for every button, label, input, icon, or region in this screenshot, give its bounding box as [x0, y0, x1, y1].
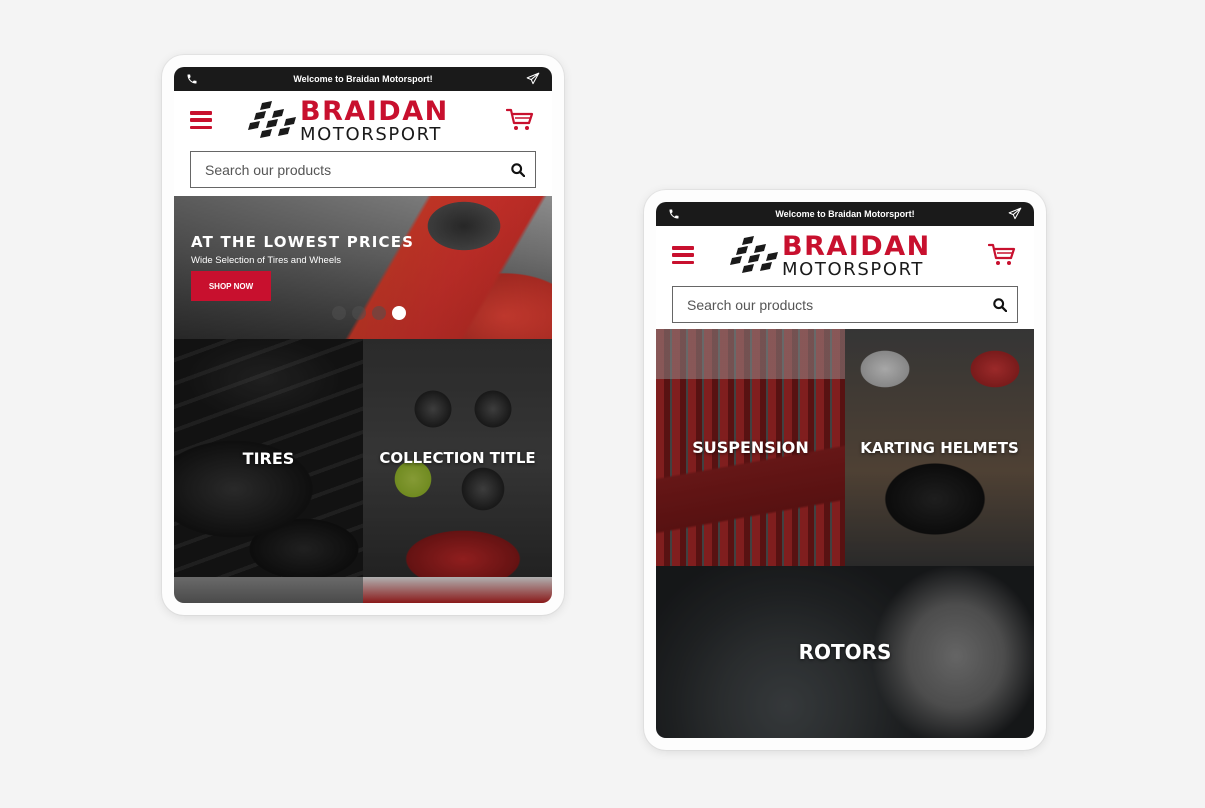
- collection-tile-suspension[interactable]: SUSPENSION: [656, 329, 845, 566]
- collection-title: COLLECTION TITLE: [379, 449, 536, 467]
- welcome-text: Welcome to Braidan Motorsport!: [775, 209, 915, 219]
- checkered-flag-icon: [730, 236, 778, 273]
- phone-icon[interactable]: [186, 73, 198, 85]
- cart-icon[interactable]: [988, 243, 1016, 267]
- collection-tile-karting-helmets[interactable]: KARTING HELMETS: [845, 329, 1034, 566]
- announcement-bar: Welcome to Braidan Motorsport!: [656, 202, 1034, 226]
- collection-title: ROTORS: [798, 640, 892, 664]
- tablet-mockup-right: Welcome to Braidan Motorsport! BRAIDAN M…: [644, 190, 1046, 750]
- brand-logo[interactable]: BRAIDAN MOTORSPORT: [248, 96, 478, 145]
- collection-tile[interactable]: [363, 577, 552, 603]
- search-bar: [672, 286, 1018, 323]
- hamburger-menu-icon[interactable]: [672, 244, 694, 266]
- hero-slider: AT THE LOWEST PRICES Wide Selection of T…: [174, 196, 552, 339]
- collection-title: KARTING HELMETS: [860, 438, 1019, 457]
- phone-icon[interactable]: [668, 208, 680, 220]
- search-input[interactable]: [205, 161, 511, 178]
- hero-headline: AT THE LOWEST PRICES: [191, 233, 415, 251]
- slider-dot[interactable]: [332, 306, 346, 320]
- shop-now-button[interactable]: SHOP NOW: [191, 271, 271, 301]
- cart-icon[interactable]: [506, 108, 534, 132]
- collection-grid: TIRES COLLECTION TITLE: [174, 339, 552, 603]
- collection-tile-wheels[interactable]: COLLECTION TITLE: [363, 339, 552, 577]
- send-icon[interactable]: [526, 72, 540, 86]
- site-header: BRAIDAN MOTORSPORT: [656, 226, 1034, 284]
- announcement-bar: Welcome to Braidan Motorsport!: [174, 67, 552, 91]
- screen-right: Welcome to Braidan Motorsport! BRAIDAN M…: [656, 202, 1034, 738]
- collection-tile[interactable]: [174, 577, 363, 603]
- hamburger-menu-icon[interactable]: [190, 109, 212, 131]
- search-icon[interactable]: [993, 297, 1007, 312]
- brand-logo[interactable]: BRAIDAN MOTORSPORT: [730, 231, 960, 280]
- slider-dots: [332, 306, 406, 320]
- screen-left: Welcome to Braidan Motorsport! BRAIDAN M…: [174, 67, 552, 603]
- brand-line1: BRAIDAN: [300, 96, 449, 127]
- collection-grid: SUSPENSION KARTING HELMETS ROTORS: [656, 329, 1034, 738]
- site-header: BRAIDAN MOTORSPORT: [174, 91, 552, 149]
- send-icon[interactable]: [1008, 207, 1022, 221]
- collection-tile-rotors[interactable]: ROTORS: [656, 566, 1034, 738]
- brand-line2: MOTORSPORT: [782, 259, 925, 280]
- tablet-mockup-left: Welcome to Braidan Motorsport! BRAIDAN M…: [162, 55, 564, 615]
- search-input[interactable]: [687, 296, 993, 313]
- collection-title: TIRES: [242, 448, 295, 468]
- collection-tile-tires[interactable]: TIRES: [174, 339, 363, 577]
- hero-subtext: Wide Selection of Tires and Wheels: [191, 255, 341, 266]
- slider-dot[interactable]: [372, 306, 386, 320]
- brand-line2: MOTORSPORT: [300, 124, 443, 145]
- slider-dot-active[interactable]: [392, 306, 406, 320]
- welcome-text: Welcome to Braidan Motorsport!: [293, 74, 433, 84]
- checkered-flag-icon: [248, 101, 296, 138]
- search-icon[interactable]: [511, 162, 525, 177]
- slider-dot[interactable]: [352, 306, 366, 320]
- collection-title: SUSPENSION: [692, 438, 809, 457]
- search-bar: [190, 151, 536, 188]
- brand-line1: BRAIDAN: [782, 231, 931, 262]
